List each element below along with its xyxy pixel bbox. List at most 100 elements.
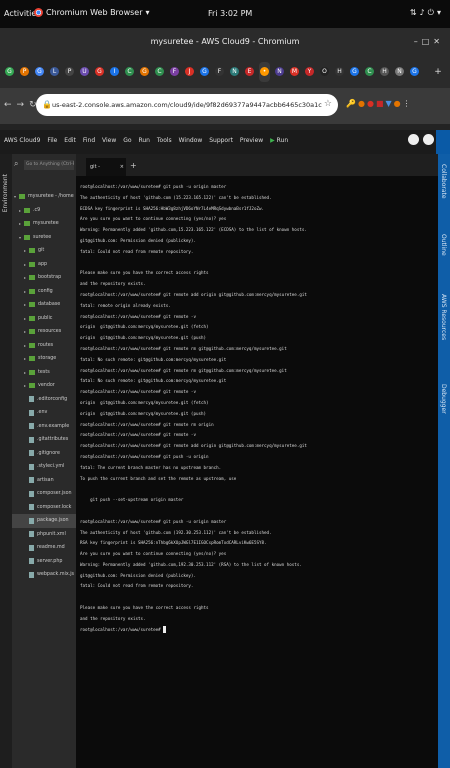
menu-file[interactable]: File: [47, 137, 57, 144]
tree-file[interactable]: .env.example: [12, 420, 76, 434]
goto-anything[interactable]: ⌕ Go to Anything (Ctrl-P): [12, 158, 76, 172]
menu-window[interactable]: Window: [179, 137, 203, 144]
browser-tab[interactable]: N: [394, 62, 405, 82]
profile-avatar[interactable]: ●: [394, 99, 403, 108]
browser-tab[interactable]: H: [334, 62, 345, 82]
right-panel-tab[interactable]: Debugger: [440, 384, 447, 414]
tree-folder[interactable]: ▸ storage: [12, 352, 76, 366]
menu-find[interactable]: Find: [83, 137, 95, 144]
tree-folder[interactable]: ▸ bootstrap: [12, 271, 76, 285]
new-tab-button[interactable]: +: [432, 66, 444, 78]
window-controls[interactable]: –□✕: [414, 37, 444, 46]
aws-panel-toggle[interactable]: [436, 130, 450, 154]
browser-tab[interactable]: P: [64, 62, 75, 82]
tree-folder[interactable]: ▸ config: [12, 285, 76, 299]
url-text[interactable]: us-east-2.console.aws.amazon.com/cloud9/…: [52, 101, 322, 109]
vpn-icon[interactable]: ▼: [386, 99, 394, 108]
menu-run[interactable]: Run: [138, 137, 150, 144]
cloud9-logo[interactable]: AWS Cloud9: [4, 137, 40, 144]
omnibox[interactable]: 🔒 us-east-2.console.aws.amazon.com/cloud…: [36, 94, 338, 116]
tree-file[interactable]: webpack.mix.js: [12, 568, 76, 582]
bookmark-star-icon[interactable]: ☆: [324, 99, 332, 109]
tree-file[interactable]: .editorconfig: [12, 393, 76, 407]
browser-tab[interactable]: •: [259, 62, 270, 82]
browser-tab[interactable]: C: [124, 62, 135, 82]
tree-file[interactable]: composer.lock: [12, 501, 76, 515]
browser-tab[interactable]: G: [199, 62, 210, 82]
browser-tab[interactable]: C: [154, 62, 165, 82]
run-button[interactable]: ▶ Run: [270, 137, 293, 144]
browser-tab[interactable]: G: [139, 62, 150, 82]
forward-icon[interactable]: →: [17, 100, 30, 110]
menu-view[interactable]: View: [102, 137, 116, 144]
tree-file[interactable]: phpunit.xml: [12, 528, 76, 542]
minimize-icon[interactable]: –: [414, 37, 422, 46]
tree-file[interactable]: .gitignore: [12, 447, 76, 461]
browser-tab[interactable]: G: [349, 62, 360, 82]
settings-gear-icon[interactable]: [423, 134, 434, 145]
tree-folder[interactable]: ▸ git: [12, 244, 76, 258]
share-icon[interactable]: [408, 134, 419, 145]
close-icon[interactable]: ✕: [433, 37, 444, 46]
terminal[interactable]: root@localhost:/var/www/suretee# git pus…: [76, 176, 438, 768]
tree-folder[interactable]: ▸ public: [12, 312, 76, 326]
tree-folder[interactable]: ▸ resources: [12, 325, 76, 339]
back-icon[interactable]: ←: [4, 100, 17, 110]
browser-tab[interactable]: O: [319, 62, 330, 82]
browser-tab[interactable]: N: [229, 62, 240, 82]
goto-anything-input[interactable]: Go to Anything (Ctrl-P): [24, 160, 74, 170]
extension-icon[interactable]: ●: [367, 99, 376, 108]
browser-tab[interactable]: E: [244, 62, 255, 82]
tree-folder[interactable]: ▾ mysuretee - /home: [12, 190, 76, 204]
browser-tab[interactable]: U: [79, 62, 90, 82]
menu-tools[interactable]: Tools: [157, 137, 172, 144]
browser-tab[interactable]: J: [184, 62, 195, 82]
tree-file[interactable]: readme.md: [12, 541, 76, 555]
preview-button[interactable]: Preview: [240, 137, 263, 144]
tree-file[interactable]: composer.json: [12, 487, 76, 501]
menu-edit[interactable]: Edit: [64, 137, 76, 144]
browser-tab[interactable]: H: [379, 62, 390, 82]
browser-tab[interactable]: I: [109, 62, 120, 82]
browser-tab[interactable]: L: [49, 62, 60, 82]
tree-file[interactable]: package.json: [12, 514, 76, 528]
app-menu[interactable]: Chromium Web Browser ▾: [34, 8, 150, 17]
browser-tab[interactable]: C: [364, 62, 375, 82]
menu-support[interactable]: Support: [209, 137, 233, 144]
extension-icon[interactable]: ■: [376, 99, 386, 108]
extension-icon[interactable]: ●: [358, 99, 367, 108]
environment-panel-tab[interactable]: Environment: [2, 174, 9, 212]
key-icon[interactable]: 🔑: [346, 99, 358, 108]
terminal-tab[interactable]: git - "localhost" ×: [86, 158, 126, 188]
tree-folder[interactable]: ▸ vendor: [12, 379, 76, 393]
lock-icon[interactable]: 🔒: [42, 100, 52, 109]
maximize-icon[interactable]: □: [422, 37, 434, 46]
clock[interactable]: Fri 3:02 PM: [208, 9, 252, 18]
browser-tab[interactable]: N: [274, 62, 285, 82]
close-icon[interactable]: ×: [120, 158, 124, 176]
system-tray[interactable]: ⇅♪⏻▾: [410, 8, 444, 18]
right-panel-tab[interactable]: AWS Resources: [440, 294, 447, 340]
tree-file[interactable]: .env: [12, 406, 76, 420]
tree-folder[interactable]: ▸ routes: [12, 339, 76, 353]
right-panel-tab[interactable]: Collaborate: [440, 164, 447, 199]
tree-file[interactable]: .gitattributes: [12, 433, 76, 447]
browser-tab[interactable]: G: [94, 62, 105, 82]
menu-go[interactable]: Go: [123, 137, 131, 144]
browser-tab[interactable]: G: [409, 62, 420, 82]
browser-tab[interactable]: G: [4, 62, 15, 82]
browser-tab[interactable]: Y: [304, 62, 315, 82]
browser-tab[interactable]: F: [169, 62, 180, 82]
browser-tab[interactable]: P: [19, 62, 30, 82]
browser-tab[interactable]: F: [214, 62, 225, 82]
tree-file[interactable]: server.php: [12, 555, 76, 569]
tree-folder[interactable]: ▸ database: [12, 298, 76, 312]
tree-folder[interactable]: ▸ app: [12, 258, 76, 272]
browser-tab[interactable]: G: [34, 62, 45, 82]
right-panel-tab[interactable]: Outline: [440, 234, 447, 256]
tree-file[interactable]: artisan: [12, 474, 76, 488]
browser-tab[interactable]: M: [289, 62, 300, 82]
extension-icons[interactable]: 🔑●●■▼●⋮: [346, 99, 413, 108]
tree-file[interactable]: .styleci.yml: [12, 460, 76, 474]
tree-folder[interactable]: ▸ .c9: [12, 204, 76, 218]
